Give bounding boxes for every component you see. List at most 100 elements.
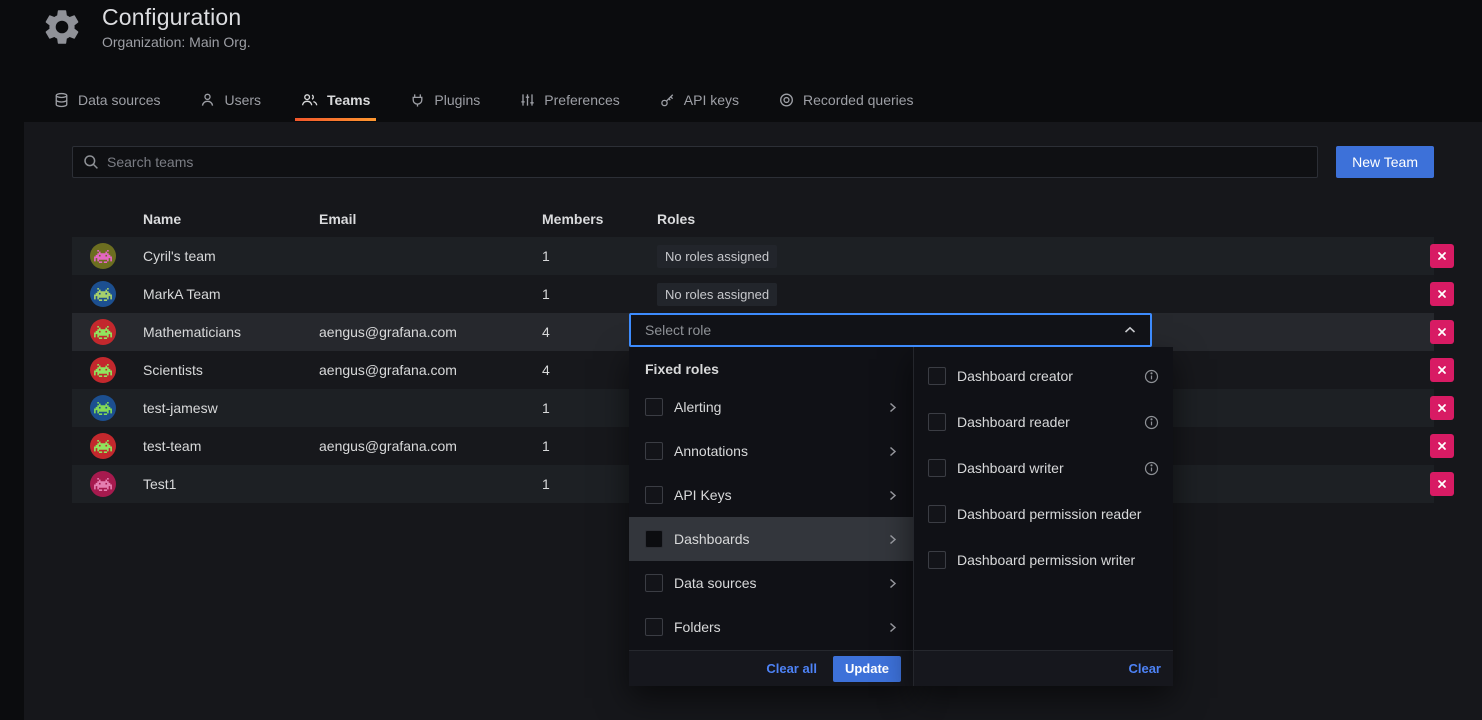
checkbox[interactable] [928,459,946,477]
no-roles-badge: No roles assigned [657,245,777,268]
role-picker-menu: Fixed roles Alerting Annotations API Key… [629,347,913,686]
update-button[interactable]: Update [833,656,901,682]
delete-team-button[interactable] [1430,282,1454,306]
role-option-label: Dashboard permission writer [957,552,1135,568]
search-icon [83,154,99,170]
team-name: test-team [143,438,319,454]
tab-label: Teams [327,92,370,108]
tab-preferences[interactable]: Preferences [514,82,625,121]
role-group-alerting[interactable]: Alerting [629,385,913,429]
role-group-folders[interactable]: Folders [629,605,913,649]
delete-team-button[interactable] [1430,244,1454,268]
clear-button[interactable]: Clear [1128,661,1161,676]
table-row[interactable]: Cyril's team 1 No roles assigned [72,237,1434,275]
team-members: 1 [542,286,657,302]
checkbox[interactable] [928,551,946,569]
info-icon[interactable] [1144,369,1159,384]
close-icon [1437,441,1447,451]
no-roles-badge: No roles assigned [657,283,777,306]
avatar [90,319,116,345]
team-name: test-jamesw [143,400,319,416]
role-picker-placeholder: Select role [645,322,711,338]
key-icon [660,92,675,108]
role-group-label: Alerting [674,399,721,415]
team-name: Scientists [143,362,319,378]
table-row[interactable]: MarkA Team 1 No roles assigned [72,275,1434,313]
role-picker-submenu: Dashboard creator Dashboard reader Dashb… [913,347,1173,686]
checkbox[interactable] [645,398,663,416]
plug-icon [410,92,425,108]
avatar [90,243,116,269]
role-group-dashboards[interactable]: Dashboards [629,517,913,561]
close-icon [1437,327,1447,337]
chevron-right-icon [889,534,897,545]
search-input[interactable] [107,154,1307,170]
delete-team-button[interactable] [1430,472,1454,496]
column-header-name: Name [143,211,319,227]
tab-plugins[interactable]: Plugins [404,82,486,121]
column-header-email: Email [319,211,542,227]
team-members: 1 [542,248,657,264]
role-option-label: Dashboard creator [957,368,1073,384]
delete-team-button[interactable] [1430,396,1454,420]
role-group-data-sources[interactable]: Data sources [629,561,913,605]
tab-api-keys[interactable]: API keys [654,82,745,121]
chevron-right-icon [889,402,897,413]
checkbox[interactable] [645,486,663,504]
checkbox[interactable] [645,442,663,460]
role-option-dashboard-permission-reader[interactable]: Dashboard permission reader [914,491,1173,537]
role-option-dashboard-reader[interactable]: Dashboard reader [914,399,1173,445]
close-icon [1437,403,1447,413]
tab-teams[interactable]: Teams [295,82,376,121]
role-option-dashboard-writer[interactable]: Dashboard writer [914,445,1173,491]
role-group-api-keys[interactable]: API Keys [629,473,913,517]
delete-team-button[interactable] [1430,320,1454,344]
team-name: Mathematicians [143,324,319,340]
record-icon [779,92,794,108]
team-name: MarkA Team [143,286,319,302]
column-header-roles: Roles [657,211,1406,227]
role-picker-input[interactable]: Select role [629,313,1152,347]
new-team-button[interactable]: New Team [1336,146,1434,178]
avatar [90,281,116,307]
delete-team-button[interactable] [1430,358,1454,382]
checkbox[interactable] [928,505,946,523]
role-group-annotations[interactable]: Annotations [629,429,913,473]
role-option-dashboard-creator[interactable]: Dashboard creator [914,353,1173,399]
tab-label: Data sources [78,92,160,108]
info-icon[interactable] [1144,461,1159,476]
checkbox[interactable] [645,530,663,548]
search-box [72,146,1318,178]
checkbox[interactable] [645,574,663,592]
info-icon[interactable] [1144,415,1159,430]
checkbox[interactable] [928,413,946,431]
tab-recorded-queries[interactable]: Recorded queries [773,82,920,121]
role-option-dashboard-permission-writer[interactable]: Dashboard permission writer [914,537,1173,583]
role-option-label: Dashboard permission reader [957,506,1141,522]
database-icon [54,92,69,108]
role-group-label: Data sources [674,575,756,591]
close-icon [1437,365,1447,375]
chevron-right-icon [889,490,897,501]
close-icon [1437,251,1447,261]
avatar [90,433,116,459]
role-group-label: API Keys [674,487,732,503]
team-email: aengus@grafana.com [319,438,542,454]
avatar [90,357,116,383]
page-header: Configuration Organization: Main Org. [40,4,251,50]
table-header-row: Name Email Members Roles [72,200,1434,237]
users-icon [301,92,318,108]
tab-users[interactable]: Users [194,82,267,121]
tab-data-sources[interactable]: Data sources [48,82,166,121]
page-title: Configuration [102,4,251,31]
tab-label: API keys [684,92,739,108]
tab-label: Recorded queries [803,92,914,108]
delete-team-button[interactable] [1430,434,1454,458]
sliders-icon [520,92,535,108]
role-group-label: Folders [674,619,721,635]
user-icon [200,92,215,108]
checkbox[interactable] [928,367,946,385]
checkbox[interactable] [645,618,663,636]
role-option-label: Dashboard reader [957,414,1070,430]
clear-all-button[interactable]: Clear all [766,661,817,676]
